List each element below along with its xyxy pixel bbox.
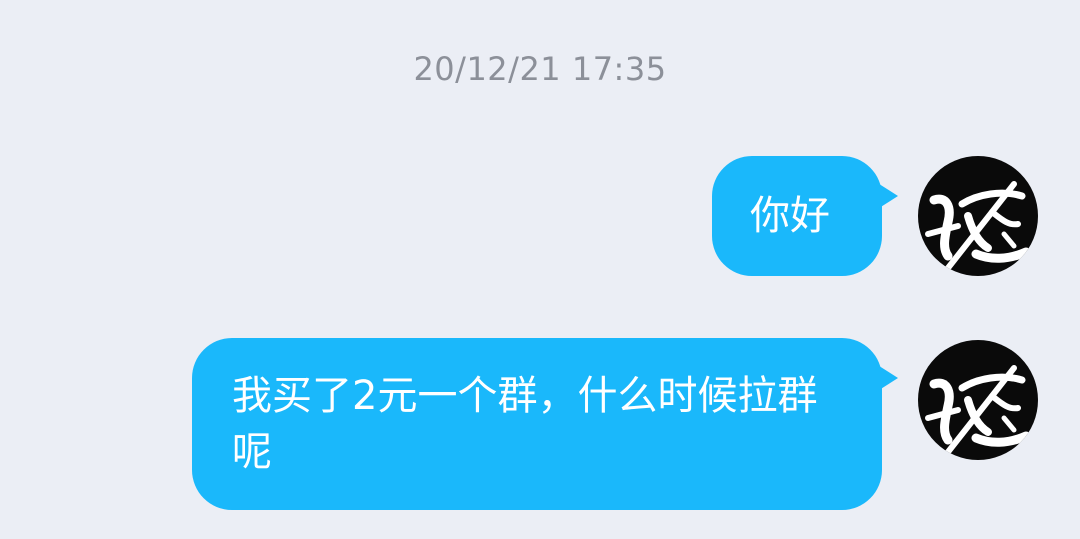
message-row: 你好 bbox=[712, 156, 1038, 276]
message-text: 你好 bbox=[750, 193, 830, 239]
bubble-tail bbox=[876, 182, 898, 210]
message-timestamp: 20/12/21 17:35 bbox=[413, 50, 667, 88]
message-row: 我买了2元一个群，什么时候拉群呢 bbox=[192, 338, 1038, 510]
calligraphy-logo-icon bbox=[925, 181, 1031, 271]
calligraphy-logo-icon bbox=[925, 365, 1031, 455]
chat-bubble-outgoing[interactable]: 我买了2元一个群，什么时候拉群呢 bbox=[192, 338, 898, 510]
chat-bubble-outgoing[interactable]: 你好 bbox=[712, 156, 898, 276]
avatar[interactable] bbox=[918, 156, 1038, 276]
message-text: 我买了2元一个群，什么时候拉群呢 bbox=[232, 373, 818, 475]
bubble-tail bbox=[876, 364, 898, 392]
avatar[interactable] bbox=[918, 340, 1038, 460]
